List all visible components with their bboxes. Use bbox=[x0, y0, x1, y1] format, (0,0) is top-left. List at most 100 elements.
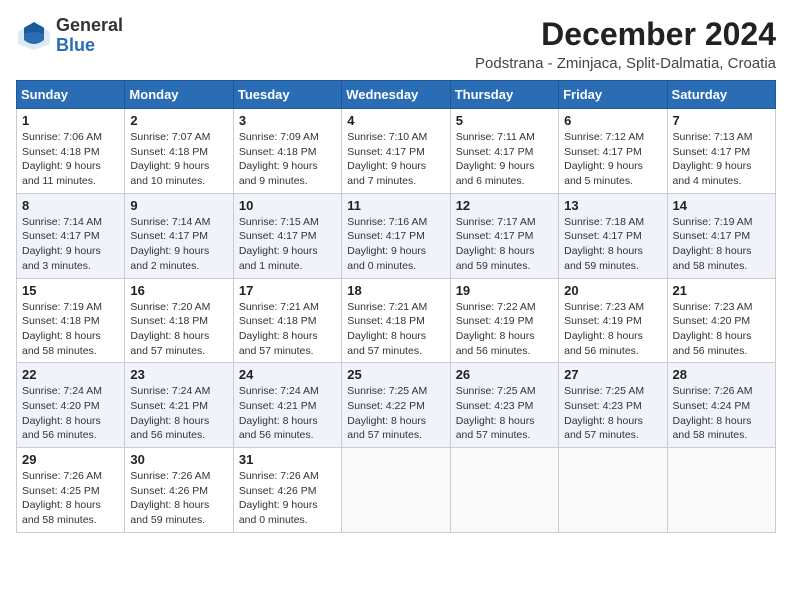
day-number: 14 bbox=[673, 198, 770, 213]
table-row: 1 Sunrise: 7:06 AM Sunset: 4:18 PM Dayli… bbox=[17, 109, 125, 194]
day-info: Sunrise: 7:19 AM Sunset: 4:18 PM Dayligh… bbox=[22, 300, 119, 359]
table-row: 4 Sunrise: 7:10 AM Sunset: 4:17 PM Dayli… bbox=[342, 109, 450, 194]
table-row bbox=[342, 448, 450, 533]
day-info: Sunrise: 7:23 AM Sunset: 4:19 PM Dayligh… bbox=[564, 300, 661, 359]
day-number: 11 bbox=[347, 198, 444, 213]
table-row: 16 Sunrise: 7:20 AM Sunset: 4:18 PM Dayl… bbox=[125, 278, 233, 363]
day-number: 31 bbox=[239, 452, 336, 467]
day-number: 25 bbox=[347, 367, 444, 382]
day-info: Sunrise: 7:16 AM Sunset: 4:17 PM Dayligh… bbox=[347, 215, 444, 274]
table-row bbox=[450, 448, 558, 533]
day-number: 28 bbox=[673, 367, 770, 382]
table-row: 20 Sunrise: 7:23 AM Sunset: 4:19 PM Dayl… bbox=[559, 278, 667, 363]
table-row: 19 Sunrise: 7:22 AM Sunset: 4:19 PM Dayl… bbox=[450, 278, 558, 363]
day-number: 29 bbox=[22, 452, 119, 467]
day-number: 7 bbox=[673, 113, 770, 128]
table-row: 15 Sunrise: 7:19 AM Sunset: 4:18 PM Dayl… bbox=[17, 278, 125, 363]
day-number: 23 bbox=[130, 367, 227, 382]
col-friday: Friday bbox=[559, 81, 667, 109]
day-number: 26 bbox=[456, 367, 553, 382]
table-row bbox=[667, 448, 775, 533]
day-number: 17 bbox=[239, 283, 336, 298]
col-saturday: Saturday bbox=[667, 81, 775, 109]
table-row: 8 Sunrise: 7:14 AM Sunset: 4:17 PM Dayli… bbox=[17, 193, 125, 278]
day-info: Sunrise: 7:24 AM Sunset: 4:21 PM Dayligh… bbox=[239, 384, 336, 443]
day-info: Sunrise: 7:19 AM Sunset: 4:17 PM Dayligh… bbox=[673, 215, 770, 274]
table-row: 25 Sunrise: 7:25 AM Sunset: 4:22 PM Dayl… bbox=[342, 363, 450, 448]
day-info: Sunrise: 7:20 AM Sunset: 4:18 PM Dayligh… bbox=[130, 300, 227, 359]
day-number: 3 bbox=[239, 113, 336, 128]
day-number: 12 bbox=[456, 198, 553, 213]
table-row: 27 Sunrise: 7:25 AM Sunset: 4:23 PM Dayl… bbox=[559, 363, 667, 448]
day-number: 20 bbox=[564, 283, 661, 298]
col-tuesday: Tuesday bbox=[233, 81, 341, 109]
day-number: 10 bbox=[239, 198, 336, 213]
table-row: 24 Sunrise: 7:24 AM Sunset: 4:21 PM Dayl… bbox=[233, 363, 341, 448]
table-row: 13 Sunrise: 7:18 AM Sunset: 4:17 PM Dayl… bbox=[559, 193, 667, 278]
page-header: General Blue December 2024 Podstrana - Z… bbox=[16, 16, 776, 72]
table-row: 14 Sunrise: 7:19 AM Sunset: 4:17 PM Dayl… bbox=[667, 193, 775, 278]
day-info: Sunrise: 7:25 AM Sunset: 4:23 PM Dayligh… bbox=[456, 384, 553, 443]
location-subtitle: Podstrana - Zminjaca, Split-Dalmatia, Cr… bbox=[475, 55, 776, 72]
day-info: Sunrise: 7:12 AM Sunset: 4:17 PM Dayligh… bbox=[564, 130, 661, 189]
day-number: 6 bbox=[564, 113, 661, 128]
day-number: 9 bbox=[130, 198, 227, 213]
day-info: Sunrise: 7:06 AM Sunset: 4:18 PM Dayligh… bbox=[22, 130, 119, 189]
day-info: Sunrise: 7:24 AM Sunset: 4:21 PM Dayligh… bbox=[130, 384, 227, 443]
col-sunday: Sunday bbox=[17, 81, 125, 109]
day-number: 21 bbox=[673, 283, 770, 298]
day-info: Sunrise: 7:21 AM Sunset: 4:18 PM Dayligh… bbox=[239, 300, 336, 359]
day-info: Sunrise: 7:26 AM Sunset: 4:24 PM Dayligh… bbox=[673, 384, 770, 443]
day-number: 30 bbox=[130, 452, 227, 467]
table-row: 17 Sunrise: 7:21 AM Sunset: 4:18 PM Dayl… bbox=[233, 278, 341, 363]
day-number: 22 bbox=[22, 367, 119, 382]
day-number: 13 bbox=[564, 198, 661, 213]
table-row: 30 Sunrise: 7:26 AM Sunset: 4:26 PM Dayl… bbox=[125, 448, 233, 533]
table-row: 18 Sunrise: 7:21 AM Sunset: 4:18 PM Dayl… bbox=[342, 278, 450, 363]
logo-general-text: General bbox=[56, 16, 123, 36]
day-info: Sunrise: 7:26 AM Sunset: 4:26 PM Dayligh… bbox=[130, 469, 227, 528]
day-number: 18 bbox=[347, 283, 444, 298]
day-number: 8 bbox=[22, 198, 119, 213]
table-row: 6 Sunrise: 7:12 AM Sunset: 4:17 PM Dayli… bbox=[559, 109, 667, 194]
day-info: Sunrise: 7:15 AM Sunset: 4:17 PM Dayligh… bbox=[239, 215, 336, 274]
table-row: 10 Sunrise: 7:15 AM Sunset: 4:17 PM Dayl… bbox=[233, 193, 341, 278]
day-info: Sunrise: 7:14 AM Sunset: 4:17 PM Dayligh… bbox=[22, 215, 119, 274]
table-row: 5 Sunrise: 7:11 AM Sunset: 4:17 PM Dayli… bbox=[450, 109, 558, 194]
table-row: 26 Sunrise: 7:25 AM Sunset: 4:23 PM Dayl… bbox=[450, 363, 558, 448]
day-info: Sunrise: 7:13 AM Sunset: 4:17 PM Dayligh… bbox=[673, 130, 770, 189]
day-info: Sunrise: 7:22 AM Sunset: 4:19 PM Dayligh… bbox=[456, 300, 553, 359]
logo: General Blue bbox=[16, 16, 123, 56]
table-row: 31 Sunrise: 7:26 AM Sunset: 4:26 PM Dayl… bbox=[233, 448, 341, 533]
table-row: 2 Sunrise: 7:07 AM Sunset: 4:18 PM Dayli… bbox=[125, 109, 233, 194]
day-number: 5 bbox=[456, 113, 553, 128]
day-number: 24 bbox=[239, 367, 336, 382]
table-row: 22 Sunrise: 7:24 AM Sunset: 4:20 PM Dayl… bbox=[17, 363, 125, 448]
day-number: 4 bbox=[347, 113, 444, 128]
day-info: Sunrise: 7:26 AM Sunset: 4:26 PM Dayligh… bbox=[239, 469, 336, 528]
day-number: 16 bbox=[130, 283, 227, 298]
day-number: 15 bbox=[22, 283, 119, 298]
month-title: December 2024 bbox=[475, 16, 776, 53]
day-info: Sunrise: 7:18 AM Sunset: 4:17 PM Dayligh… bbox=[564, 215, 661, 274]
table-row: 9 Sunrise: 7:14 AM Sunset: 4:17 PM Dayli… bbox=[125, 193, 233, 278]
calendar-header-row: Sunday Monday Tuesday Wednesday Thursday… bbox=[17, 81, 776, 109]
day-info: Sunrise: 7:10 AM Sunset: 4:17 PM Dayligh… bbox=[347, 130, 444, 189]
day-number: 1 bbox=[22, 113, 119, 128]
col-wednesday: Wednesday bbox=[342, 81, 450, 109]
table-row: 3 Sunrise: 7:09 AM Sunset: 4:18 PM Dayli… bbox=[233, 109, 341, 194]
table-row bbox=[559, 448, 667, 533]
table-row: 28 Sunrise: 7:26 AM Sunset: 4:24 PM Dayl… bbox=[667, 363, 775, 448]
day-info: Sunrise: 7:14 AM Sunset: 4:17 PM Dayligh… bbox=[130, 215, 227, 274]
col-monday: Monday bbox=[125, 81, 233, 109]
day-info: Sunrise: 7:23 AM Sunset: 4:20 PM Dayligh… bbox=[673, 300, 770, 359]
day-number: 27 bbox=[564, 367, 661, 382]
logo-text: General Blue bbox=[56, 16, 123, 56]
day-info: Sunrise: 7:11 AM Sunset: 4:17 PM Dayligh… bbox=[456, 130, 553, 189]
logo-blue-text: Blue bbox=[56, 36, 123, 56]
day-info: Sunrise: 7:25 AM Sunset: 4:22 PM Dayligh… bbox=[347, 384, 444, 443]
table-row: 7 Sunrise: 7:13 AM Sunset: 4:17 PM Dayli… bbox=[667, 109, 775, 194]
title-area: December 2024 Podstrana - Zminjaca, Spli… bbox=[475, 16, 776, 72]
table-row: 12 Sunrise: 7:17 AM Sunset: 4:17 PM Dayl… bbox=[450, 193, 558, 278]
day-info: Sunrise: 7:24 AM Sunset: 4:20 PM Dayligh… bbox=[22, 384, 119, 443]
